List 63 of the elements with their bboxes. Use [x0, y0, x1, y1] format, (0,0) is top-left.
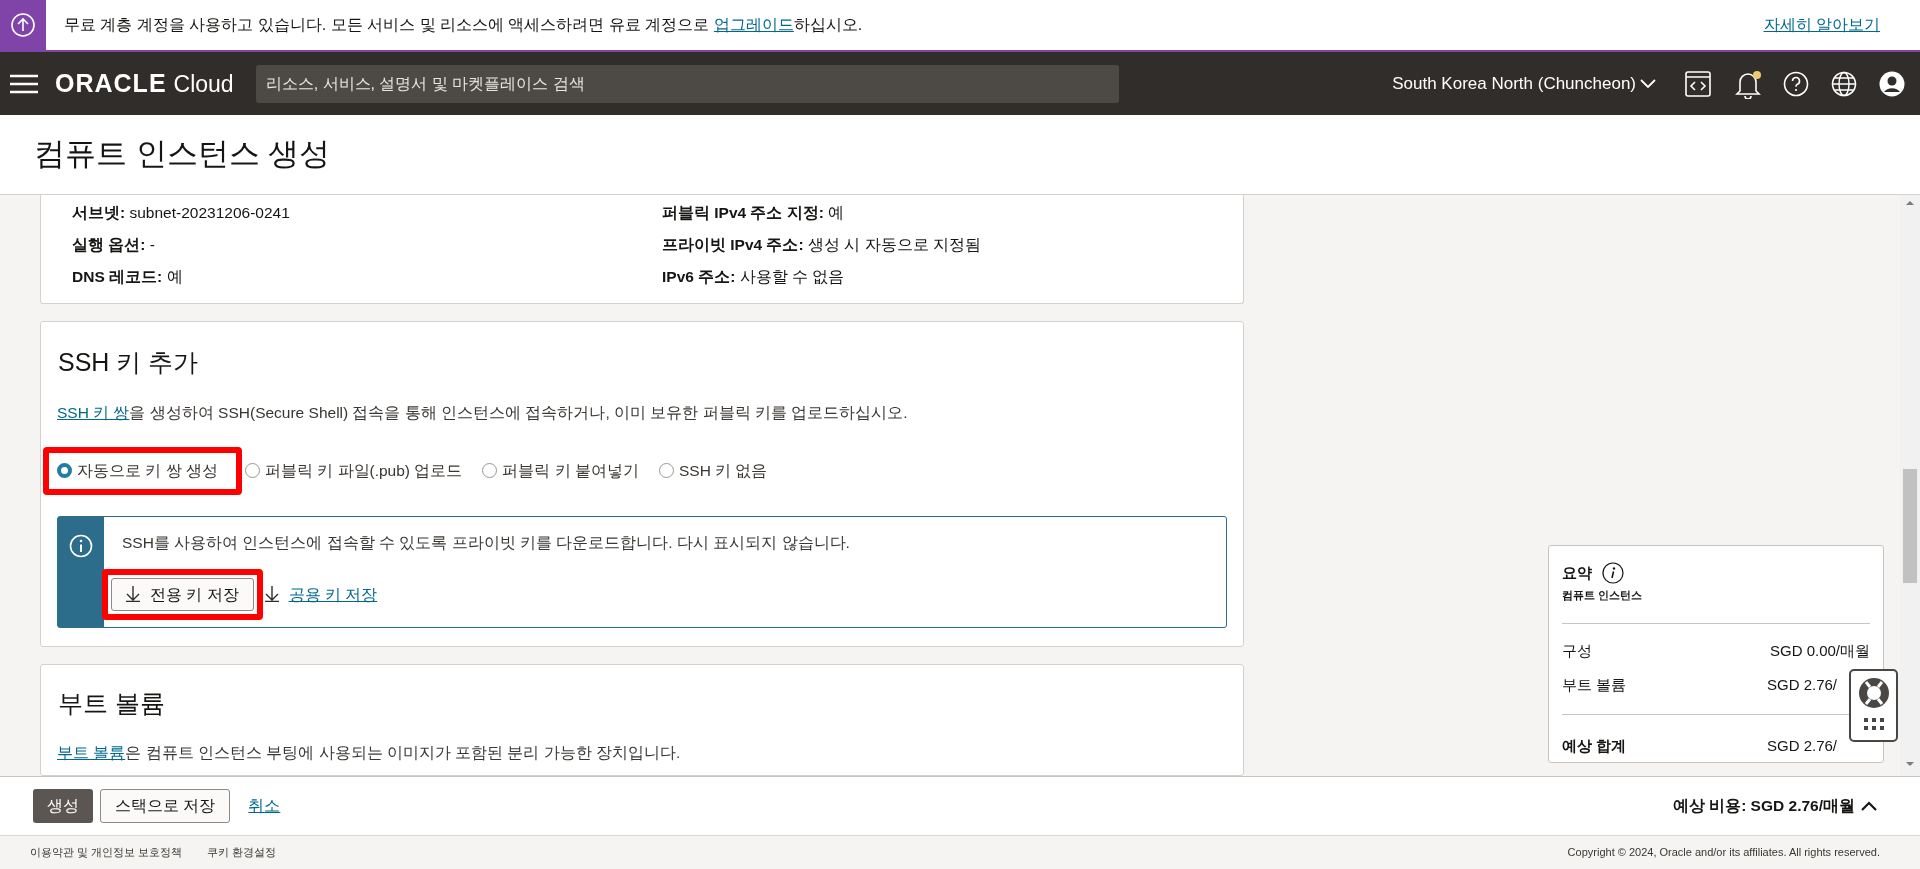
page-title: 컴퓨트 인스턴스 생성 [34, 135, 331, 174]
total-value: SGD 2.76/ [1766, 736, 1837, 756]
radio-button[interactable] [482, 463, 498, 479]
search-field[interactable]: 리소스, 서비스, 설명서 및 마켓플레이스 검색 [255, 64, 1119, 103]
radio-button[interactable] [244, 463, 260, 479]
section-description: SSH 키 쌍을 생성하여 SSH(Secure Shell) 접속을 통해 인스턴스에 접속하거나, 이미 보유한 퍼블릭 키를 업로드하십시오. [57, 403, 909, 424]
chevron-up-icon [1861, 801, 1877, 811]
help-widget[interactable] [1849, 669, 1898, 742]
field-text: 프라이빗 IPv4 주소: 생성 시 자동으로 지정됨 [662, 235, 982, 254]
radio-option[interactable]: 자동으로 키 쌍 생성 [57, 459, 218, 483]
bell-icon[interactable] [1735, 68, 1763, 99]
upgrade-link[interactable]: 업그레이드 [713, 16, 794, 33]
info-icon [69, 533, 93, 558]
section-title: 부트 볼륨 [58, 688, 166, 719]
summary-subtitle: 컴퓨트 인스턴스 [1562, 587, 1644, 603]
cancel-link[interactable]: 취소 [248, 794, 281, 818]
summary-label: 부트 볼륨 [1562, 674, 1627, 695]
radio-option[interactable]: 퍼블릭 키 붙여넣기 [482, 459, 639, 483]
info-message: SSH를 사용하여 인스턴스에 접속할 수 있도록 프라이빗 키를 다운로드합니다. 다시 표시되지 않습니다. [122, 532, 850, 553]
radio-option[interactable]: SSH 키 없음 [658, 459, 768, 483]
field-text: 서브넷: subnet-20231206-0241 [72, 203, 291, 222]
create-button[interactable]: 생성 [33, 789, 93, 823]
download-icon [264, 586, 279, 603]
upgrade-icon [10, 12, 36, 38]
boot-volume-link[interactable]: 부트 볼륨 [57, 743, 126, 761]
save-as-stack-button[interactable]: 스택으로 저장 [100, 789, 231, 823]
info-icon[interactable] [1602, 562, 1624, 585]
menu-icon[interactable] [10, 73, 38, 94]
summary-value: SGD 0.00/매월 [1769, 641, 1870, 661]
chevron-down-icon [1640, 78, 1656, 89]
field-text: IPv6 주소: 사용할 수 없음 [662, 267, 846, 286]
summary-value: SGD 2.76/ [1766, 674, 1837, 695]
oracle-cloud-logo[interactable]: ORACLE Cloud [55, 64, 234, 103]
user-avatar-icon[interactable] [1879, 70, 1905, 97]
grid-icon [1863, 718, 1884, 730]
footer-link[interactable]: 쿠키 환경설정 [207, 844, 277, 861]
footer-link[interactable]: 이용약관 및 개인정보 보호정책 [30, 844, 183, 861]
field-text: 실행 옵션: - [72, 235, 156, 254]
scrollbar-thumb[interactable] [1903, 469, 1917, 583]
scrollbar[interactable] [1900, 195, 1920, 776]
learn-more-link[interactable]: 자세히 알아보기 [1763, 13, 1880, 37]
lifebuoy-icon [1856, 676, 1891, 710]
globe-icon[interactable] [1831, 70, 1857, 97]
radio-button[interactable] [57, 463, 72, 479]
save-private-key-button[interactable]: 전용 키 저장 [111, 577, 254, 611]
download-icon [126, 586, 140, 603]
copyright-text: Copyright © 2024, Oracle and/or its affiliates. All rights reserved. [1567, 845, 1880, 861]
total-label: 예상 합계 [1562, 736, 1627, 756]
banner-message: 무료 계층 계정을 사용하고 있습니다. 모든 서비스 및 리소스에 액세스하려면 유료 계정으로 업그레이드하십시오. [64, 15, 863, 35]
field-text: 퍼블릭 IPv4 주소 지정: 예 [662, 203, 846, 222]
region-selector[interactable]: South Korea North (Chuncheon) [1392, 70, 1656, 97]
help-icon[interactable] [1783, 70, 1809, 97]
estimated-cost-toggle[interactable]: 예상 비용: SGD 2.76/매월 [1672, 794, 1877, 818]
radio-option[interactable]: 퍼블릭 키 파일(.pub) 업로드 [244, 459, 463, 483]
summary-title: 요약 [1562, 563, 1592, 583]
section-title: SSH 키 추가 [58, 346, 200, 378]
field-text: DNS 레코드: 예 [72, 267, 184, 286]
radio-button[interactable] [658, 463, 674, 479]
ssh-key-pair-link[interactable]: SSH 키 쌍 [57, 404, 130, 422]
section-description: 부트 볼륨은 컴퓨트 인스턴스 부팅에 사용되는 이미지가 포함된 분리 가능한 장치입니다. [57, 742, 682, 763]
code-editor-icon[interactable] [1685, 70, 1711, 97]
summary-label: 구성 [1562, 641, 1592, 661]
save-public-key-link[interactable]: 공용 키 저장 [264, 582, 378, 607]
